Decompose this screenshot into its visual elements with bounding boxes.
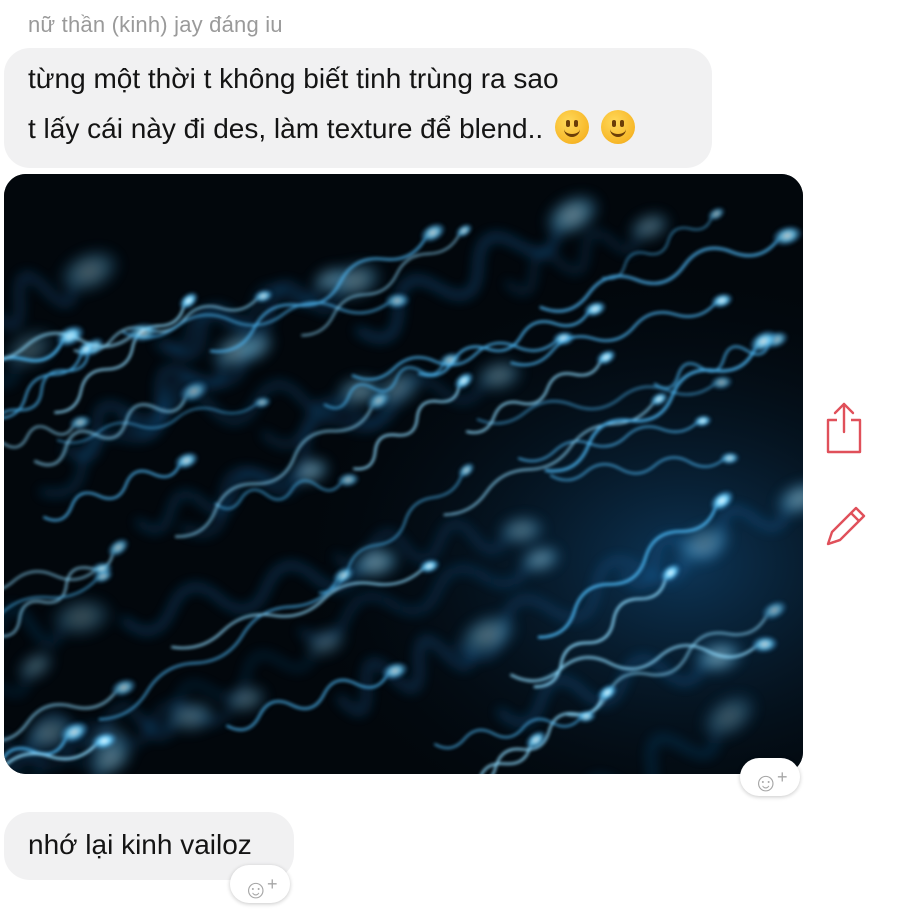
smiley-emoji-icon (554, 110, 589, 144)
smiley-icon: ☺ (752, 767, 780, 797)
sperm-texture-image (4, 174, 803, 774)
add-reaction-button[interactable]: ☺+ (230, 865, 290, 904)
message-line: từng một thời t không biết tinh trùng ra… (28, 63, 559, 94)
sender-name: nữ thần (kinh) jay đáng iu (28, 12, 283, 37)
plus-icon: + (267, 874, 278, 894)
message-bubble[interactable]: từng một thời t không biết tinh trùng ra… (4, 48, 712, 168)
share-icon[interactable] (822, 400, 866, 456)
plus-icon: + (777, 767, 788, 787)
smiley-emoji-icon (600, 110, 635, 144)
smiley-icon: ☺ (242, 874, 270, 904)
message-image[interactable] (4, 174, 803, 774)
message-line: nhớ lại kinh vailoz (28, 829, 252, 860)
pencil-icon[interactable] (822, 500, 866, 556)
message-line-with-emoji: t lấy cái này đi des, làm texture để ble… (28, 104, 712, 154)
message-line: t lấy cái này đi des, làm texture để ble… (28, 113, 544, 144)
add-reaction-button[interactable]: ☺+ (740, 758, 800, 797)
